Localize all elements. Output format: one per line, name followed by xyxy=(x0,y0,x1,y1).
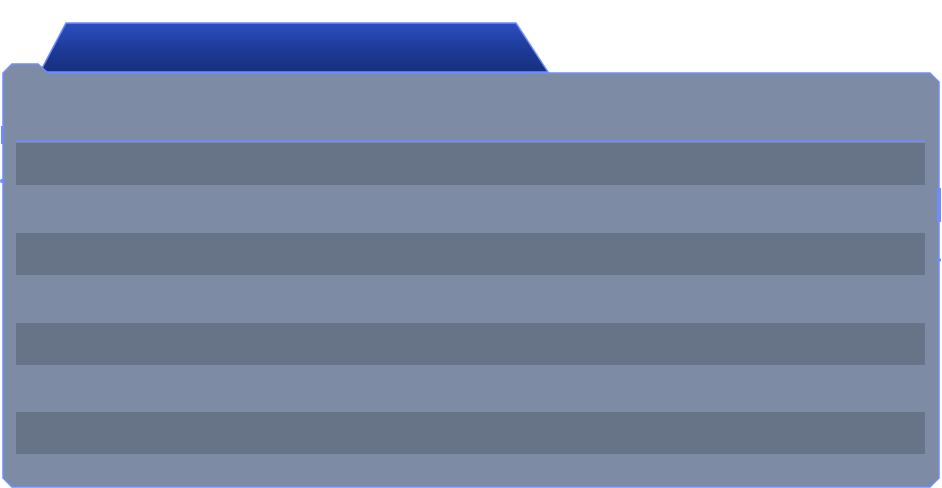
game-panel-window xyxy=(0,0,942,488)
list-row[interactable] xyxy=(16,143,925,185)
left-edge-dot xyxy=(0,179,4,183)
right-edge-dot xyxy=(937,258,941,262)
left-edge-notch xyxy=(1,126,4,144)
list-row[interactable] xyxy=(16,323,925,365)
panel-tab-title xyxy=(60,26,530,68)
right-edge-notch xyxy=(937,188,941,222)
list-row[interactable] xyxy=(16,233,925,275)
list-row[interactable] xyxy=(16,412,925,454)
